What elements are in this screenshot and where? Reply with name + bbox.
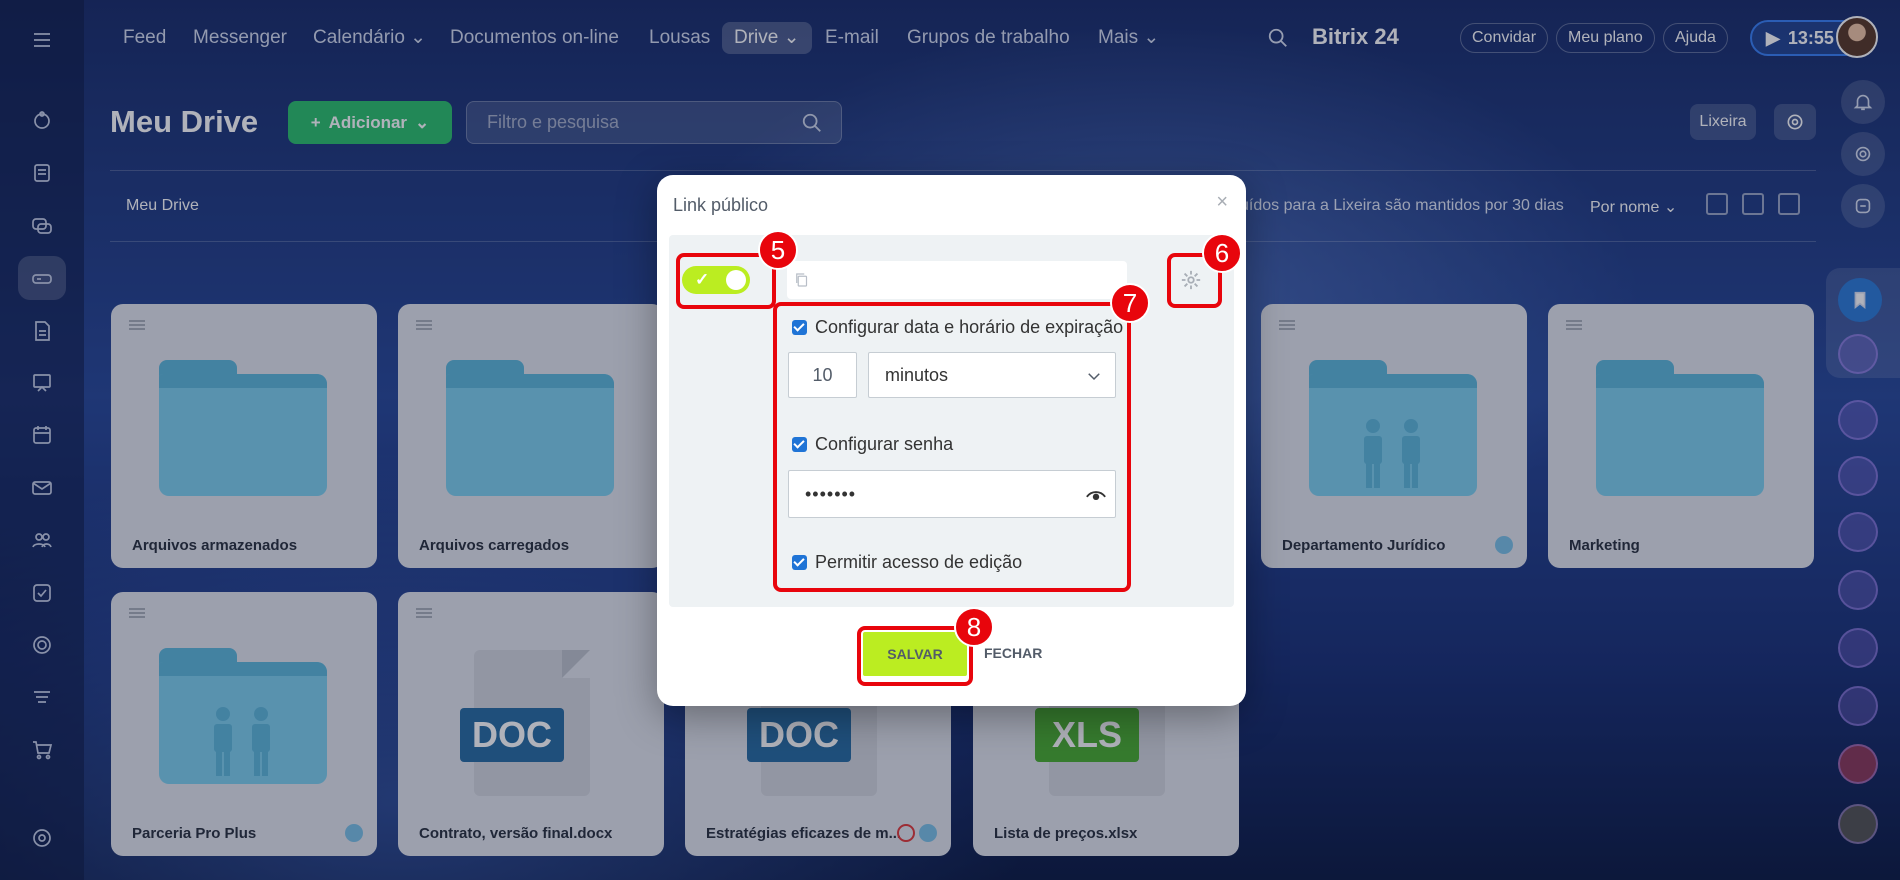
dialog-title: Link público	[673, 195, 769, 215]
close-button[interactable]: FECHAR	[984, 645, 1042, 661]
step-marker-8: 8	[954, 607, 994, 647]
step-marker-7: 7	[1110, 283, 1150, 323]
close-icon[interactable]: ×	[1216, 191, 1228, 214]
public-link-field[interactable]	[787, 261, 1127, 299]
copy-icon[interactable]	[793, 271, 811, 289]
step-marker-6: 6	[1202, 233, 1242, 273]
step-marker-5: 5	[758, 230, 798, 270]
highlight-options	[773, 302, 1131, 592]
